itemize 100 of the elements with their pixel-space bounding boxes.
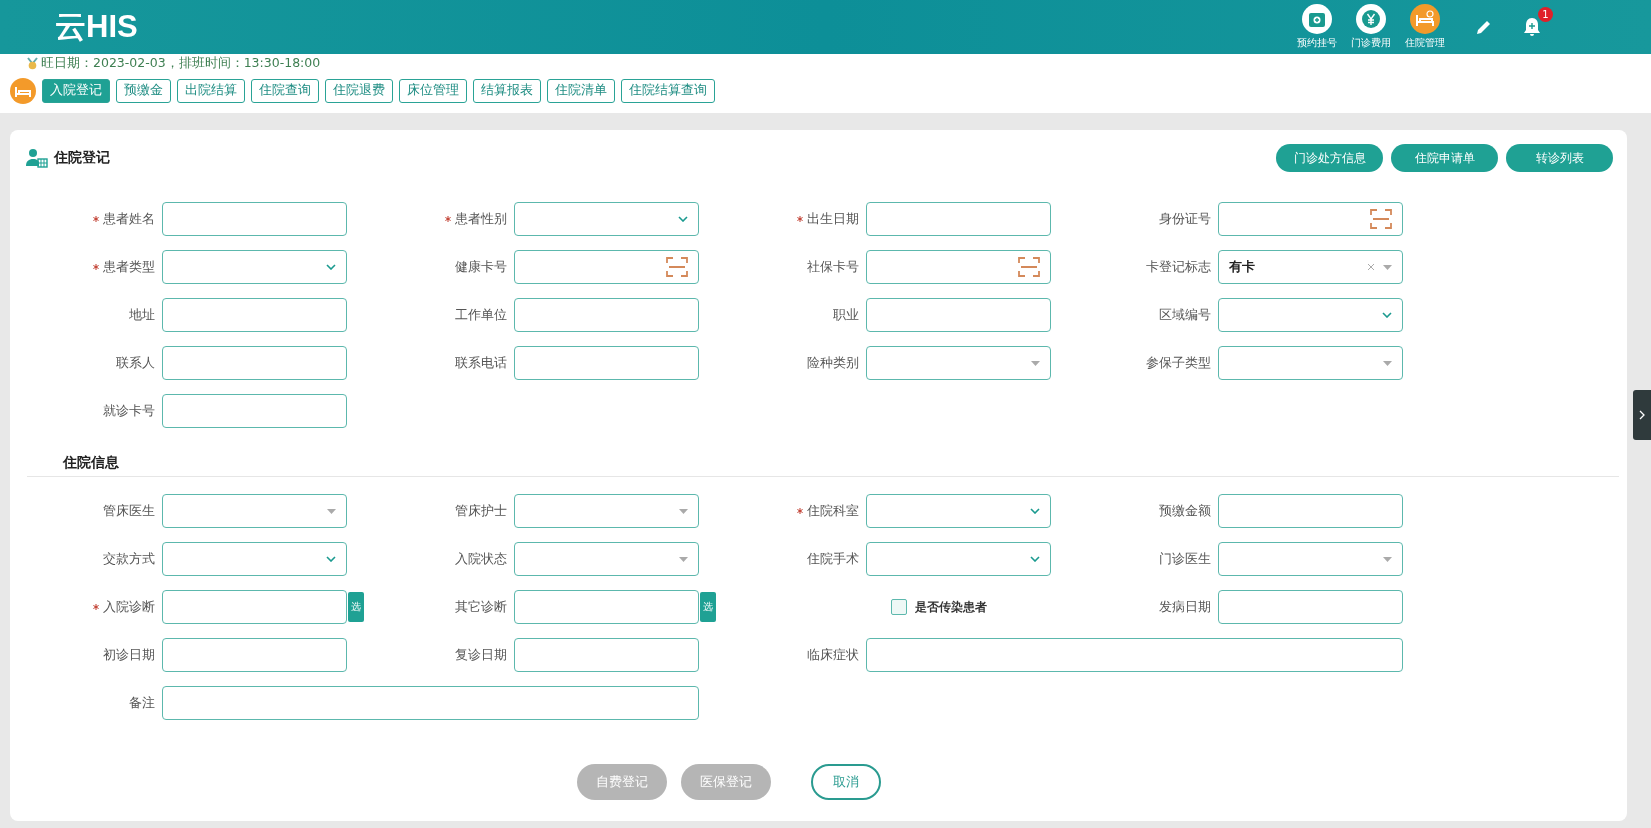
field-label: 地址 [129,306,155,324]
field-label: 职业 [833,306,859,324]
toolbar-tab[interactable]: 床位管理 [399,78,467,103]
medal-icon [26,56,39,70]
patient-register-icon [26,148,48,168]
input-field[interactable] [866,298,1051,332]
input-field[interactable] [162,394,347,428]
required-mark-icon [93,604,99,610]
select-field[interactable] [162,494,347,528]
field-label: 其它诊断 [455,598,507,616]
toolbar-tab[interactable]: 住院结算查询 [621,78,715,103]
input-field[interactable] [866,250,1051,284]
select-field[interactable] [866,494,1051,528]
select-field[interactable] [514,494,699,528]
pencil-icon[interactable] [1475,18,1493,36]
input-field[interactable] [514,250,699,284]
scan-icon[interactable] [1370,209,1392,229]
select-field[interactable] [866,542,1051,576]
select-field[interactable]: 有卡 [1218,250,1403,284]
action-button[interactable]: 门诊处方信息 [1276,144,1383,172]
input-field[interactable] [514,638,699,672]
yen-icon [1361,9,1381,29]
field-label: 住院手术 [807,550,859,568]
required-mark-icon [93,264,99,270]
bed-icon [1415,10,1435,28]
field-label: 临床症状 [807,646,859,664]
select-field[interactable] [1218,346,1403,380]
field-label: 门诊医生 [1159,550,1211,568]
caret-down-icon [1383,264,1392,270]
required-mark-icon [797,216,803,222]
input-field[interactable] [162,638,347,672]
required-mark-icon [93,216,99,222]
clear-icon[interactable] [1367,263,1375,271]
field-label: 社保卡号 [807,258,859,276]
input-field[interactable] [162,346,347,380]
field-label: 患者姓名 [103,210,155,228]
input-field[interactable] [162,202,347,236]
toolbar-tab[interactable]: 住院查询 [251,78,319,103]
chevron-down-icon [678,216,688,222]
field-label: 健康卡号 [455,258,507,276]
toolbar-tab[interactable]: 住院退费 [325,78,393,103]
field-label: 卡登记标志 [1146,258,1211,276]
field-label: 住院科室 [807,502,859,520]
input-field[interactable] [514,346,699,380]
side-toggle-button[interactable] [1633,390,1651,440]
input-field[interactable] [162,298,347,332]
select-field[interactable] [866,346,1051,380]
chevron-down-icon [326,264,336,270]
chevron-down-icon [326,556,336,562]
toolbar-tab[interactable]: 结算报表 [473,78,541,103]
select-value: 有卡 [1229,258,1255,276]
checkbox[interactable] [891,599,907,615]
caret-down-icon [327,508,336,514]
field-label: 入院状态 [455,550,507,568]
field-label: 险种类别 [807,354,859,372]
nav-item[interactable]: 预约挂号 [1297,4,1337,50]
select-field[interactable] [514,202,699,236]
input-field[interactable] [514,298,699,332]
toolbar-tab[interactable]: 出院结算 [177,78,245,103]
chevron-down-icon [1030,508,1040,514]
action-button[interactable]: 转诊列表 [1506,144,1613,172]
required-mark-icon [445,216,451,222]
schedule-info: 旺日期：2023-02-03，排班时间：13:30-18:00 [41,54,321,72]
app-logo: 云HIS [55,8,138,46]
input-field[interactable] [866,202,1051,236]
input-field[interactable] [1218,202,1403,236]
select-field[interactable] [1218,298,1403,332]
toolbar-tab[interactable]: 住院清单 [547,78,615,103]
checkbox-label: 是否传染患者 [915,599,987,615]
nav-item[interactable]: 门诊费用 [1351,4,1391,50]
input-field[interactable] [162,686,699,720]
bell-icon[interactable] [1523,17,1541,37]
select-field[interactable] [1218,542,1403,576]
section-title: 住院信息 [27,450,1619,477]
field-label: 就诊卡号 [103,402,155,420]
field-label: 联系人 [116,354,155,372]
field-label: 患者性别 [455,210,507,228]
select-field[interactable] [514,542,699,576]
input-field[interactable] [162,590,347,624]
input-field[interactable] [1218,590,1403,624]
choose-button[interactable]: 选 [348,592,364,622]
input-field[interactable] [866,638,1403,672]
field-label: 患者类型 [103,258,155,276]
input-field[interactable] [514,590,699,624]
toolbar-tab[interactable]: 预缴金 [116,78,171,103]
toolbar-tab[interactable]: 入院登记 [42,78,110,103]
card-title: 住院登记 [54,149,110,167]
scan-icon[interactable] [1018,257,1040,277]
action-button[interactable]: 住院申请单 [1391,144,1498,172]
input-field[interactable] [1218,494,1403,528]
nav-item[interactable]: 住院管理 [1405,4,1445,50]
select-field[interactable] [162,250,347,284]
field-label: 联系电话 [455,354,507,372]
field-label: 工作单位 [455,306,507,324]
footer-button[interactable]: 取消 [810,764,881,800]
scan-icon[interactable] [666,257,688,277]
caret-down-icon [679,556,688,562]
select-field[interactable] [162,542,347,576]
choose-button[interactable]: 选 [700,592,716,622]
chevron-down-icon [1382,312,1392,318]
